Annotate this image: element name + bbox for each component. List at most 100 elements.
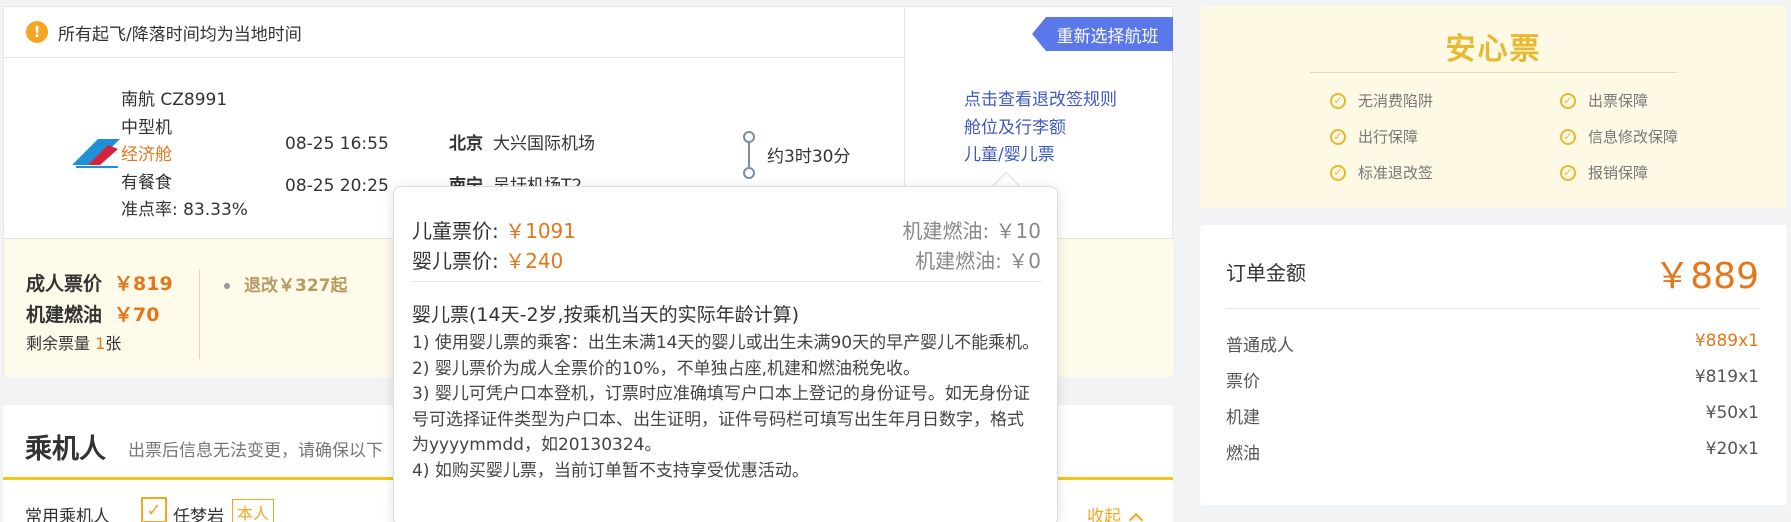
check-circle-icon: ✓ <box>1330 164 1346 181</box>
popover-divider <box>410 281 1042 282</box>
self-tag: 本人 <box>232 499 275 522</box>
order-total: ￥889 <box>1654 256 1759 297</box>
feature-item: ✓ 出行保障 <box>1330 126 1418 147</box>
baggage-link[interactable]: 舱位及行李额 <box>964 115 1117 143</box>
flight-number: 南航 CZ8991 <box>121 90 228 110</box>
infant-tax: 机建燃油: ￥0 <box>915 249 1041 273</box>
price-summary: 成人票价 ￥819 机建燃油 ￥70 剩余票量 1张 <box>26 269 173 357</box>
order-row-label: 燃油 <box>1226 444 1260 464</box>
infant-rule-item: 4) 如购买婴儿票，当前订单暂不支持享受优惠活动。 <box>412 460 809 481</box>
infant-rule-list: 1) 使用婴儿票的乘客：出生未满14天的婴儿或出生未满90天的早产婴儿不能乘机。… <box>412 331 1040 484</box>
feature-item: ✓ 出票保障 <box>1560 90 1648 111</box>
infant-price-value: ￥240 <box>505 249 564 273</box>
child-infant-link[interactable]: 儿童/婴儿票 <box>964 142 1117 170</box>
remain-prefix: 剩余票量 <box>26 334 91 353</box>
collapse-button[interactable]: 收起 <box>1087 502 1144 522</box>
check-circle-icon: ✓ <box>1560 128 1576 145</box>
anxin-title: 安心票 <box>1445 32 1542 67</box>
infant-rule-title: 婴儿票(14天-2岁,按乘机当天的实际年龄计算) <box>412 304 799 326</box>
feature-label: 报销保障 <box>1588 164 1649 182</box>
aircraft-type: 中型机 <box>121 117 172 138</box>
arrive-time: 08-25 20:25 <box>285 176 389 196</box>
order-row-value: ¥889x1 <box>1694 331 1759 351</box>
booking-page: ! 所有起飞/降落时间均为当地时间 重新选择航班 南航 CZ8991 中型机 经… <box>0 0 1791 522</box>
route-line <box>748 141 750 169</box>
feature-item: ✓ 信息修改保障 <box>1560 126 1678 147</box>
depart-airport: 大兴国际机场 <box>493 134 595 154</box>
order-row: 票价 ¥819x1 <box>1226 367 1759 392</box>
order-row: 普通成人 ¥889x1 <box>1226 331 1759 356</box>
feature-label: 出票保障 <box>1588 92 1649 110</box>
child-price-value: ￥1091 <box>505 219 577 243</box>
child-infant-popover: 儿童票价: ￥1091 机建燃油: ￥10 婴儿票价: ￥240 机建燃油: ￥… <box>393 186 1058 522</box>
order-row: 机建 ¥50x1 <box>1226 403 1759 428</box>
flight-times: 08-25 16:55 08-25 20:25 <box>285 123 389 207</box>
infant-rule-item: 1) 使用婴儿票的乘客：出生未满14天的婴儿或出生未满90天的早产婴儿不能乘机。 <box>412 333 1040 353</box>
notice-text: 所有起飞/降落时间均为当地时间 <box>58 24 302 45</box>
check-circle-icon: ✓ <box>1560 92 1576 109</box>
order-amount-label: 订单金额 <box>1226 261 1306 285</box>
infant-rule-item: 2) 婴儿票价为成人全票价的10%，不单独占座,机建和燃油税免收。 <box>412 358 921 379</box>
rules-links: 点击查看退改签规则 舱位及行李额 儿童/婴儿票 <box>964 87 1117 170</box>
tax-value: ￥70 <box>114 304 160 326</box>
feature-item: ✓ 无消费陷阱 <box>1330 90 1433 111</box>
infant-rule-item: 3) 婴儿可凭户口本登机，订票时应准确填写户口本上登记的身份证号。如无身份证号可… <box>412 384 1030 455</box>
order-summary: 订单金额 ￥889 普通成人 ¥889x1 票价 ¥819x1 机建 ¥50x1 燃油… <box>1200 225 1787 505</box>
depart-time: 08-25 16:55 <box>285 134 389 154</box>
order-row-label: 普通成人 <box>1226 336 1294 356</box>
feature-label: 标准退改签 <box>1358 164 1434 182</box>
order-row-label: 票价 <box>1226 372 1260 392</box>
change-rules-link[interactable]: 点击查看退改签规则 <box>964 87 1117 115</box>
child-price-label: 儿童票价: <box>412 219 499 243</box>
price-divider <box>199 269 200 359</box>
depart-airport-row: 北京 大兴国际机场 <box>449 123 595 165</box>
remain-suffix: 张 <box>105 334 122 353</box>
refund-text: 退改￥327起 <box>244 276 348 296</box>
cabin-class: 经济舱 <box>121 145 172 165</box>
remaining-tickets: 剩余票量 1张 <box>26 331 173 357</box>
feature-item: ✓ 报销保障 <box>1560 162 1648 183</box>
child-tax: 机建燃油: ￥10 <box>902 219 1041 243</box>
order-row-value: ¥819x1 <box>1694 367 1759 387</box>
info-icon: ! <box>26 21 48 43</box>
flight-duration: 约3时30分 <box>767 147 851 167</box>
order-row-value: ¥20x1 <box>1705 439 1759 459</box>
route-line-icon <box>742 131 756 179</box>
adult-price-row: 成人票价 ￥819 <box>26 269 173 300</box>
order-row-value: ¥50x1 <box>1705 403 1759 423</box>
airline-info: 南航 CZ8991 中型机 经济舱 有餐食 准点率: 83.33% <box>121 87 248 225</box>
infant-price-row: 婴儿票价: ￥240 <box>412 245 563 274</box>
check-circle-icon: ✓ <box>1330 128 1346 145</box>
passenger-title: 乘机人 <box>25 434 106 465</box>
check-circle-icon: ✓ <box>1560 164 1576 181</box>
refund-info[interactable]: 退改￥327起 <box>224 271 348 296</box>
feature-item: ✓ 标准退改签 <box>1330 162 1433 183</box>
collapse-label: 收起 <box>1087 507 1121 522</box>
route-end-dot <box>743 167 755 179</box>
passenger-name: 任梦岩 <box>173 507 224 522</box>
anxin-divider <box>1310 72 1677 73</box>
reselect-flight-button[interactable]: 重新选择航班 <box>1032 17 1173 51</box>
punctuality-rate: 准点率: 83.33% <box>121 200 248 220</box>
china-southern-logo-icon <box>72 139 120 168</box>
order-divider <box>1226 308 1759 309</box>
chevron-up-icon <box>1128 512 1144 522</box>
tax-label: 机建燃油 <box>26 304 103 326</box>
feature-label: 信息修改保障 <box>1588 128 1679 146</box>
passenger-note: 出票后信息无法变更，请确保以下 <box>128 441 383 461</box>
feature-label: 无消费陷阱 <box>1358 92 1434 110</box>
common-passenger-label: 常用乘机人 <box>25 507 110 522</box>
tax-row: 机建燃油 ￥70 <box>26 300 173 331</box>
infant-price-label: 婴儿票价: <box>412 249 499 273</box>
passenger-checkbox[interactable]: ✓ <box>141 497 167 522</box>
local-time-notice: ! 所有起飞/降落时间均为当地时间 <box>4 7 904 58</box>
feature-label: 出行保障 <box>1358 128 1419 146</box>
meal-info: 有餐食 <box>121 172 172 193</box>
depart-city: 北京 <box>449 134 483 154</box>
order-row: 燃油 ¥20x1 <box>1226 439 1759 464</box>
check-circle-icon: ✓ <box>1330 92 1346 109</box>
adult-price-value: ￥819 <box>114 273 173 295</box>
remain-num: 1 <box>95 334 106 353</box>
bullet-icon <box>224 283 230 289</box>
order-row-label: 机建 <box>1226 408 1260 428</box>
